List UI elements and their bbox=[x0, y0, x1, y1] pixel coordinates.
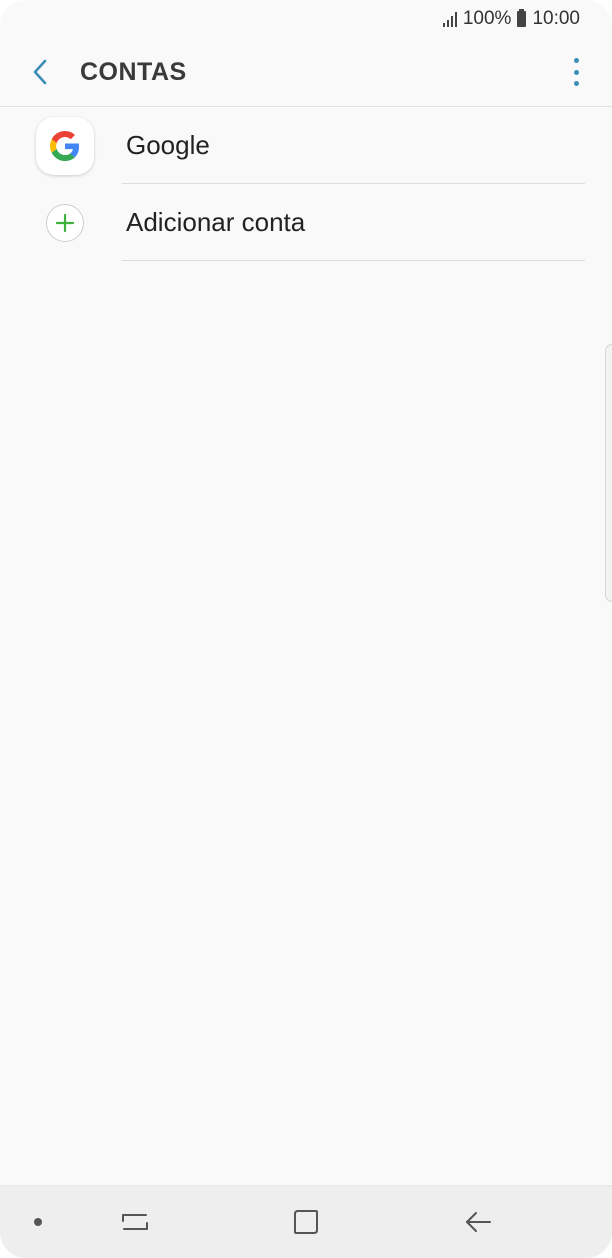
account-label-google: Google bbox=[126, 130, 210, 160]
accounts-list: Google Adicionar conta bbox=[0, 107, 612, 261]
app-header: CONTAS bbox=[0, 38, 612, 107]
more-dot-icon bbox=[573, 81, 579, 86]
clock: 10:00 bbox=[532, 8, 580, 29]
edge-panel-handle[interactable] bbox=[605, 344, 612, 602]
back-arrow-icon bbox=[466, 1212, 491, 1232]
nav-dot-button[interactable] bbox=[18, 1186, 58, 1258]
battery-icon bbox=[517, 9, 527, 27]
dot-icon bbox=[34, 1218, 42, 1226]
divider bbox=[122, 260, 585, 261]
navigation-bar bbox=[0, 1185, 612, 1258]
more-dot-icon bbox=[573, 58, 579, 63]
signal-icon bbox=[441, 11, 457, 27]
screen: 100% 10:00 CONTAS Google Adicionar conta bbox=[0, 0, 612, 1258]
back-button[interactable] bbox=[0, 38, 80, 106]
status-bar: 100% 10:00 bbox=[0, 0, 612, 38]
more-dot-icon bbox=[573, 69, 579, 75]
back-nav-button[interactable] bbox=[448, 1186, 508, 1258]
google-icon bbox=[36, 116, 94, 175]
account-item-google[interactable]: Google bbox=[0, 107, 612, 184]
battery-percent: 100% bbox=[462, 8, 512, 29]
recents-icon bbox=[122, 1214, 148, 1230]
add-account-item[interactable]: Adicionar conta bbox=[0, 184, 612, 261]
recents-button[interactable] bbox=[105, 1186, 165, 1258]
home-button[interactable] bbox=[276, 1186, 336, 1258]
add-account-label: Adicionar conta bbox=[126, 207, 306, 237]
more-options-button[interactable] bbox=[570, 58, 582, 86]
plus-icon bbox=[46, 203, 84, 242]
home-icon bbox=[294, 1210, 318, 1234]
page-title: CONTAS bbox=[80, 57, 187, 86]
chevron-left-icon bbox=[33, 59, 47, 85]
